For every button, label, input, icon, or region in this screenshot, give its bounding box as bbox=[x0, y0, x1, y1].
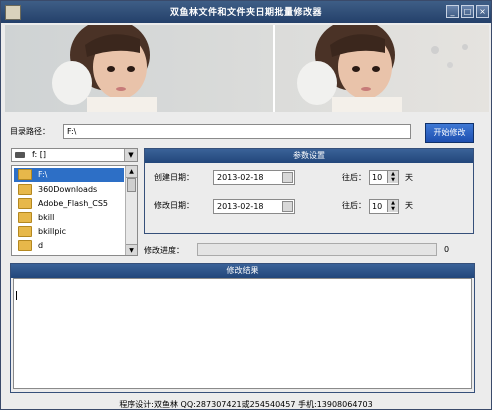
create-date-label: 创建日期： bbox=[154, 173, 194, 182]
folder-item[interactable]: Adobe_Flash_CS5 bbox=[14, 197, 108, 211]
progress-value: 0 bbox=[444, 245, 450, 254]
folder-list[interactable]: F:\ 360Downloads Adobe_Flash_CS5 bkill b… bbox=[11, 165, 138, 256]
result-header: 修改结果 bbox=[11, 264, 474, 278]
drive-icon bbox=[15, 152, 25, 158]
spin-down-icon[interactable]: ▼ bbox=[387, 206, 398, 212]
create-date-value: 2013-02-18 bbox=[217, 173, 264, 182]
modify-date-picker[interactable]: 2013-02-18 bbox=[213, 199, 295, 214]
path-input[interactable]: F:\ bbox=[63, 124, 411, 139]
maximize-button[interactable]: □ bbox=[461, 5, 474, 18]
modify-offset-spinner[interactable]: 10 ▲ ▼ bbox=[369, 199, 399, 214]
modify-unit-label: 天 bbox=[405, 201, 413, 210]
title-bar[interactable]: 双鱼林文件和文件夹日期批量修改器 _ □ × bbox=[1, 1, 491, 23]
footer-credits: 程序设计:双鱼林 QQ:287307421或254540457 手机:13908… bbox=[119, 400, 373, 409]
photo-banner bbox=[5, 25, 489, 112]
scroll-thumb[interactable] bbox=[127, 178, 136, 192]
path-label: 目录路径： bbox=[10, 127, 50, 136]
folder-item[interactable]: bkillpic bbox=[14, 225, 66, 239]
create-later-label: 往后： bbox=[342, 173, 366, 182]
folder-item[interactable]: 360Downloads bbox=[14, 183, 97, 197]
folder-icon bbox=[18, 212, 32, 223]
minimize-button[interactable]: _ bbox=[446, 5, 459, 18]
folder-item[interactable]: d bbox=[14, 239, 43, 253]
chevron-down-icon[interactable]: ▼ bbox=[124, 149, 137, 161]
folder-icon bbox=[18, 226, 32, 237]
result-textarea[interactable] bbox=[13, 278, 472, 389]
start-button[interactable]: 开始修改 bbox=[425, 123, 474, 143]
text-caret bbox=[16, 291, 17, 300]
folder-open-icon bbox=[18, 169, 32, 180]
create-date-picker[interactable]: 2013-02-18 bbox=[213, 170, 295, 185]
create-offset-value: 10 bbox=[372, 173, 383, 182]
scroll-down-icon[interactable]: ▼ bbox=[126, 244, 137, 255]
close-button[interactable]: × bbox=[476, 5, 489, 18]
folder-icon bbox=[18, 240, 32, 251]
spin-down-icon[interactable]: ▼ bbox=[387, 177, 398, 183]
folder-item[interactable]: F:\ bbox=[14, 168, 124, 182]
main-window: 双鱼林文件和文件夹日期批量修改器 _ □ × 目录路径： F:\ 开始修改 f:… bbox=[0, 0, 492, 410]
calendar-icon[interactable] bbox=[282, 201, 293, 212]
params-group: 参数设置 bbox=[144, 148, 474, 234]
create-offset-spinner[interactable]: 10 ▲ ▼ bbox=[369, 170, 399, 185]
window-title: 双鱼林文件和文件夹日期批量修改器 bbox=[169, 8, 322, 18]
progress-label: 修改进度： bbox=[144, 246, 184, 255]
modify-offset-value: 10 bbox=[372, 202, 383, 211]
folder-item[interactable]: bkill bbox=[14, 211, 54, 225]
folder-icon bbox=[18, 184, 32, 195]
modify-later-label: 往后： bbox=[342, 201, 366, 210]
modify-date-value: 2013-02-18 bbox=[217, 202, 264, 211]
folder-icon bbox=[18, 198, 32, 209]
modify-date-label: 修改日期： bbox=[154, 201, 194, 210]
banner-image bbox=[5, 25, 489, 112]
params-header: 参数设置 bbox=[145, 149, 473, 163]
drive-select[interactable]: f: [] ▼ bbox=[11, 148, 138, 162]
scroll-up-icon[interactable]: ▲ bbox=[126, 166, 137, 178]
progress-bar bbox=[197, 243, 437, 256]
create-unit-label: 天 bbox=[405, 173, 413, 182]
calendar-icon[interactable] bbox=[282, 172, 293, 183]
folder-list-scrollbar[interactable]: ▲ ▼ bbox=[125, 166, 137, 255]
drive-value: f: [] bbox=[32, 150, 47, 159]
